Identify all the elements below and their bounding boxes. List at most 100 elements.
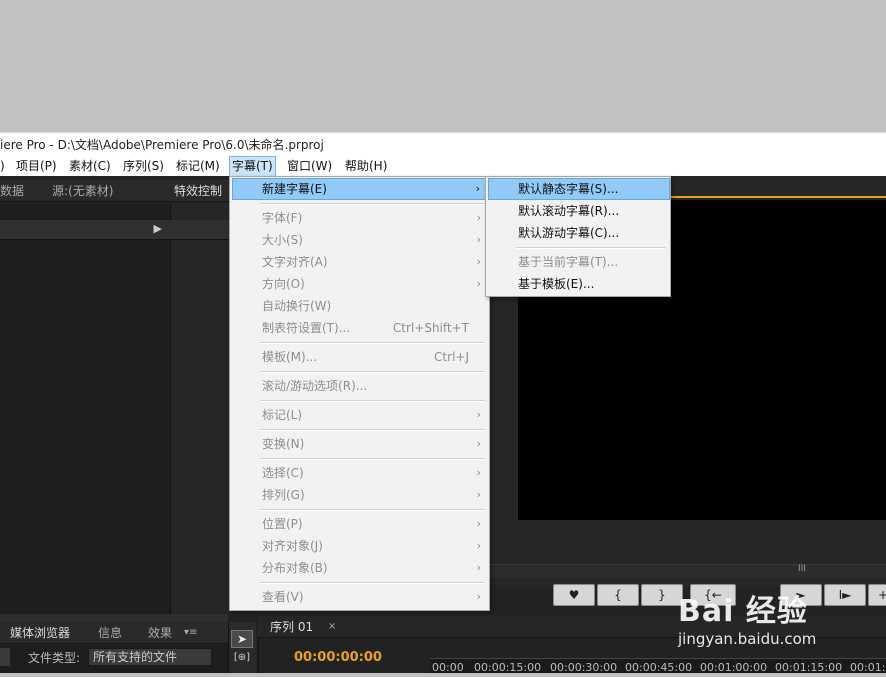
- menu-clip[interactable]: 素材(C): [67, 156, 113, 176]
- menu-item-arrange[interactable]: 排列(G) ›: [232, 484, 489, 506]
- tab-sequence-01[interactable]: 序列 01: [270, 616, 313, 637]
- file-type-label: 文件类型:: [28, 651, 81, 665]
- menu-item-label: 选择(C): [262, 466, 304, 480]
- mark-out-button[interactable]: }: [641, 584, 683, 606]
- menu-item-size[interactable]: 大小(S) ›: [232, 229, 489, 251]
- panel-menu-icon[interactable]: ▾≡: [184, 622, 197, 643]
- menu-item-label: 分布对象(B): [262, 561, 328, 575]
- menu-item-label: 自动换行(W): [262, 299, 332, 313]
- menu-item-label: 查看(V): [262, 590, 304, 604]
- tab-source[interactable]: 源:(无素材): [52, 180, 113, 201]
- menu-item-transform[interactable]: 变换(N) ›: [232, 433, 489, 455]
- menu-item-label: 默认滚动字幕(R)...: [518, 204, 620, 218]
- menu-item-label: 默认静态字幕(S)...: [518, 182, 619, 196]
- menu-project[interactable]: 项目(P): [14, 156, 59, 176]
- submenu-arrow-icon: ›: [476, 408, 481, 421]
- sequence-timecode[interactable]: 00:00:00:00: [294, 650, 382, 665]
- menu-item-align-objects[interactable]: 对齐对象(J) ›: [232, 535, 489, 557]
- menu-item-new-title[interactable]: 新建字幕(E) ›: [232, 178, 489, 200]
- file-type-select[interactable]: 所有支持的文件: [88, 648, 212, 666]
- menu-separator: [260, 429, 485, 431]
- menu-item-position[interactable]: 位置(P) ›: [232, 513, 489, 535]
- menu-item-default-roll[interactable]: 默认滚动字幕(R)...: [488, 200, 670, 222]
- track-select-tool-icon[interactable]: [⊕]: [231, 652, 253, 668]
- play-triangle-icon[interactable]: ▶: [154, 222, 162, 235]
- time-ruler[interactable]: 00:00 00:00:15:00 00:00:30:00 00:00:45:0…: [430, 658, 886, 674]
- menu-item-label: 位置(P): [262, 517, 303, 531]
- menu-separator: [260, 400, 485, 402]
- menu-item-shortcut: Ctrl+J: [434, 350, 469, 364]
- submenu-arrow-icon: ›: [476, 590, 481, 603]
- menu-item-label: 制表符设置(T)...: [262, 321, 351, 335]
- close-tab-icon[interactable]: ×: [328, 616, 336, 637]
- ruler-tick-label: 00:01:00:00: [700, 661, 768, 674]
- menu-item-shortcut: Ctrl+Shift+T: [392, 321, 469, 335]
- menu-separator: [260, 203, 485, 205]
- tab-effects[interactable]: 效果: [148, 622, 172, 643]
- menu-help[interactable]: 帮助(H): [343, 156, 389, 176]
- menu-item-logo[interactable]: 标记(L) ›: [232, 404, 489, 426]
- menu-item-label: 新建字幕(E): [262, 182, 327, 196]
- menu-title[interactable]: 字幕(T): [229, 156, 276, 178]
- tab-effect-controls[interactable]: 特效控制: [174, 180, 222, 201]
- program-scrub-bar[interactable]: [490, 564, 886, 578]
- menu-item-label: 基于模板(E)...: [518, 277, 595, 291]
- title-menu: 新建字幕(E) › 字体(F) › 大小(S) › 文字对齐(A) › 方向(O) › 自…: [229, 176, 490, 611]
- add-marker-button[interactable]: ♥: [553, 584, 595, 606]
- ruler-tick-label: 00:01:3: [850, 661, 886, 674]
- menu-item-label: 方向(O): [262, 277, 305, 291]
- submenu-arrow-icon: ›: [476, 233, 481, 246]
- effect-controls-header: [170, 220, 232, 240]
- tab-media-browser[interactable]: 媒体浏览器: [10, 622, 70, 643]
- menu-item-word-wrap[interactable]: 自动换行(W): [232, 295, 489, 317]
- menu-item-view[interactable]: 查看(V) ›: [232, 586, 489, 608]
- bottom-left-panel-tabs: 媒体浏览器 信息 效果 ▾≡: [0, 622, 228, 644]
- tab-metadata[interactable]: 数据: [0, 180, 24, 201]
- ruler-tick-label: 00:00: [432, 661, 464, 674]
- drive-select[interactable]: [0, 648, 10, 666]
- menu-item-label: 文字对齐(A): [262, 255, 328, 269]
- ruler-tick-label: 00:01:15:00: [775, 661, 843, 674]
- menu-item-default-crawl[interactable]: 默认游动字幕(C)...: [488, 222, 670, 244]
- menu-separator: [260, 371, 485, 373]
- ruler-tick-label: 00:00:45:00: [625, 661, 693, 674]
- menu-marker[interactable]: 标记(M): [174, 156, 222, 176]
- menu-separator: [260, 342, 485, 344]
- selection-tool-icon[interactable]: ➤: [231, 630, 253, 648]
- panel-divider: [0, 614, 228, 622]
- tools-panel: ➤ [⊕]: [228, 622, 256, 673]
- menu-separator: [260, 582, 485, 584]
- menu-item-based-on-template[interactable]: 基于模板(E)...: [488, 273, 670, 295]
- menu-item-label: 默认游动字幕(C)...: [518, 226, 620, 240]
- scrub-handle-icon[interactable]: III: [798, 564, 806, 574]
- menu-sequence[interactable]: 序列(S): [121, 156, 166, 176]
- media-browser-body: 文件类型: 所有支持的文件: [0, 645, 228, 673]
- menu-item-label: 滚动/游动选项(R)...: [262, 379, 368, 393]
- window-title-bar: iere Pro - D:\文档\Adobe\Premiere Pro\6.0\…: [0, 132, 886, 156]
- menu-item-font[interactable]: 字体(F) ›: [232, 207, 489, 229]
- menu-item-orientation[interactable]: 方向(O) ›: [232, 273, 489, 295]
- effect-controls-panel: [170, 204, 232, 614]
- menu-item-tab-stops[interactable]: 制表符设置(T)... Ctrl+Shift+T: [232, 317, 489, 339]
- menu-item-templates[interactable]: 模板(M)... Ctrl+J: [232, 346, 489, 368]
- menu-item-default-still[interactable]: 默认静态字幕(S)...: [488, 178, 670, 200]
- watermark-brand: Bai 经验: [678, 594, 808, 629]
- menu-separator: [260, 509, 485, 511]
- menu-edit[interactable]: ): [0, 156, 7, 176]
- tab-info[interactable]: 信息: [98, 622, 122, 643]
- menu-item-label: 模板(M)...: [262, 350, 318, 364]
- menu-item-label: 对齐对象(J): [262, 539, 323, 553]
- window-title: iere Pro - D:\文档\Adobe\Premiere Pro\6.0\…: [0, 138, 324, 152]
- menu-window[interactable]: 窗口(W): [285, 156, 334, 176]
- menu-item-distribute-objects[interactable]: 分布对象(B) ›: [232, 557, 489, 579]
- top-left-panel-tabs: 数据 源:(无素材) 特效控制: [0, 180, 232, 202]
- menu-item-select[interactable]: 选择(C) ›: [232, 462, 489, 484]
- mark-in-button[interactable]: {: [597, 584, 639, 606]
- menu-item-roll-crawl-options[interactable]: 滚动/游动选项(R)...: [232, 375, 489, 397]
- submenu-arrow-icon: ›: [476, 255, 481, 268]
- ruler-tick-label: 00:00:15:00: [474, 661, 542, 674]
- menu-separator: [516, 247, 666, 249]
- ruler-tick-label: 00:00:30:00: [550, 661, 618, 674]
- menu-item-based-on-current[interactable]: 基于当前字幕(T)...: [488, 251, 670, 273]
- menu-item-text-align[interactable]: 文字对齐(A) ›: [232, 251, 489, 273]
